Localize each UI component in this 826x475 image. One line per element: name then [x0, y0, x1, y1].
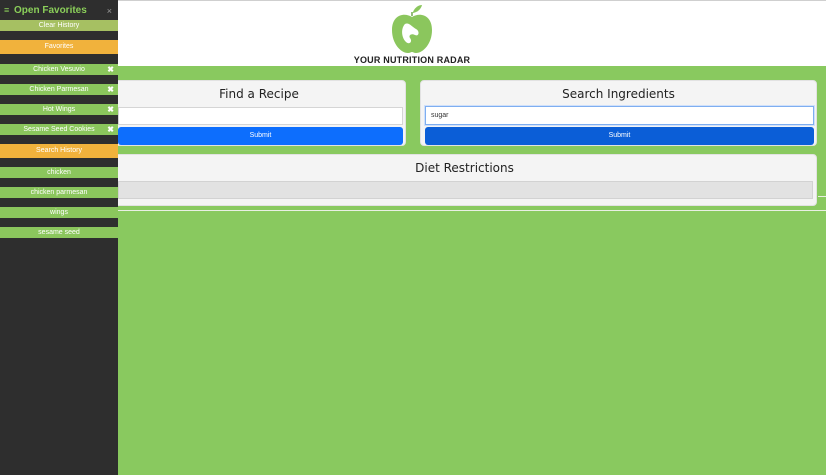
- favorites-sidebar: ≡ Open Favorites × Clear History Favorit…: [0, 0, 118, 475]
- divider-line: [112, 210, 826, 211]
- find-recipe-title: Find a Recipe: [219, 87, 299, 101]
- sidebar-title[interactable]: Open Favorites: [14, 5, 87, 16]
- sidebar-header: ≡ Open Favorites ×: [0, 3, 118, 17]
- clear-history-button[interactable]: Clear History: [0, 20, 118, 31]
- search-history-header: Search History: [0, 144, 118, 158]
- history-item[interactable]: chicken parmesan: [0, 187, 118, 198]
- recipe-search-input[interactable]: [118, 107, 403, 125]
- favorite-item[interactable]: Hot Wings ✖: [0, 104, 118, 115]
- recipe-submit-button[interactable]: Submit: [118, 127, 403, 145]
- diet-restrictions-card: Diet Restrictions: [112, 154, 817, 206]
- favorite-item-label: Chicken Parmesan: [29, 86, 89, 93]
- search-ingredients-card: Search Ingredients Submit: [420, 80, 817, 146]
- history-item[interactable]: wings: [0, 207, 118, 218]
- history-item[interactable]: sesame seed: [0, 227, 118, 238]
- close-icon[interactable]: ×: [107, 6, 112, 16]
- favorites-header: Favorites: [0, 40, 118, 54]
- favorite-item[interactable]: Chicken Vesuvio ✖: [0, 64, 118, 75]
- find-recipe-card: Find a Recipe Submit: [112, 80, 406, 146]
- history-item[interactable]: chicken: [0, 167, 118, 178]
- favorite-item[interactable]: Chicken Parmesan ✖: [0, 84, 118, 95]
- divider-line: [818, 196, 826, 197]
- ingredient-search-input[interactable]: [425, 106, 814, 125]
- page-header: YOUR NUTRITION RADAR: [0, 0, 826, 66]
- favorite-item-label: Sesame Seed Cookies: [23, 126, 95, 133]
- delete-icon[interactable]: ✖: [107, 64, 114, 75]
- diet-restrictions-field[interactable]: [118, 181, 813, 199]
- delete-icon[interactable]: ✖: [107, 104, 114, 115]
- ingredient-submit-button[interactable]: Submit: [425, 127, 814, 145]
- favorite-item-label: Chicken Vesuvio: [33, 66, 85, 73]
- delete-icon[interactable]: ✖: [107, 84, 114, 95]
- search-ingredients-title: Search Ingredients: [562, 87, 675, 101]
- delete-icon[interactable]: ✖: [107, 124, 114, 135]
- diet-restrictions-title: Diet Restrictions: [415, 161, 514, 175]
- favorite-item-label: Hot Wings: [42, 106, 76, 113]
- menu-icon[interactable]: ≡: [4, 5, 9, 15]
- apple-logo-icon[interactable]: [388, 4, 436, 54]
- favorite-item[interactable]: Sesame Seed Cookies ✖: [0, 124, 118, 135]
- brand-name: YOUR NUTRITION RADAR: [353, 55, 471, 65]
